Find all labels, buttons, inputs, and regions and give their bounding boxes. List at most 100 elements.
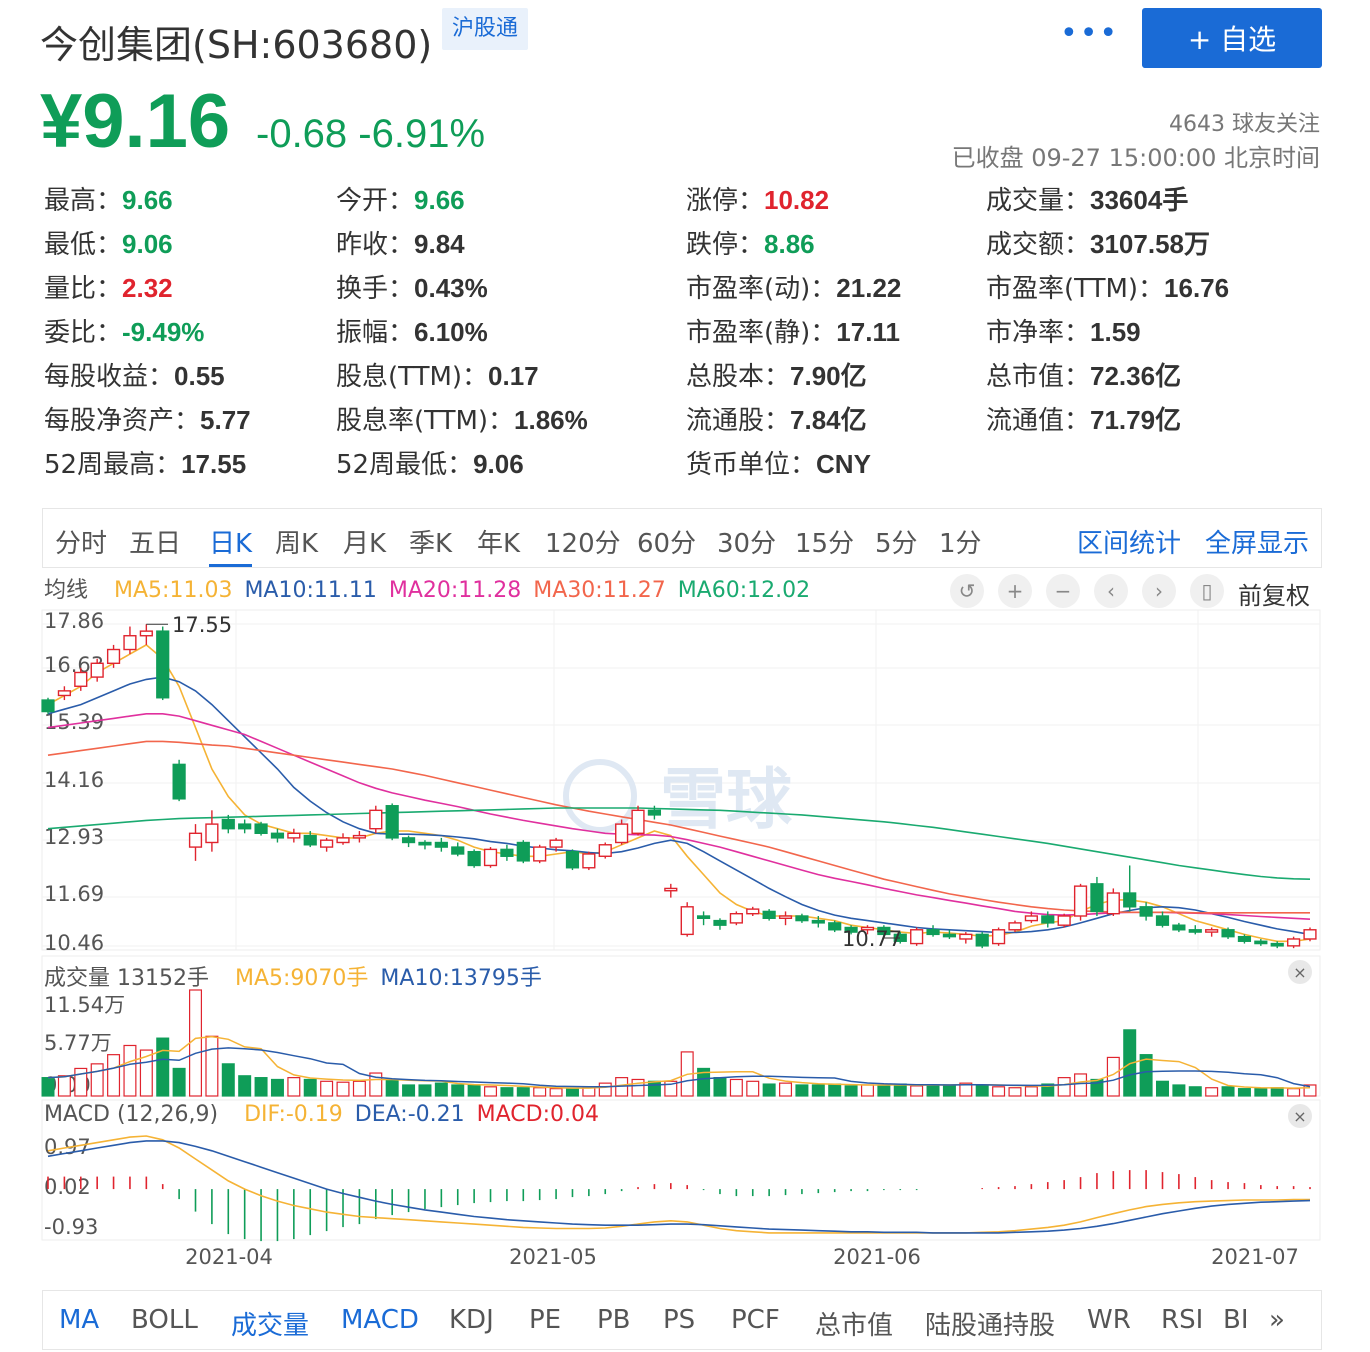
candle-body [1106,892,1120,915]
fullscreen-button[interactable]: 全屏显示 [1205,523,1309,560]
volume-bar [598,1082,612,1097]
stat-item: 股息(TTM)：0.17 [336,356,539,393]
candle-style-icon[interactable]: ▯ [1190,574,1224,608]
follower-count[interactable]: 4643 球友关注 [1169,106,1320,138]
volume-bar [41,1077,55,1097]
tab-indicator[interactable]: MACD [341,1305,419,1335]
stat-label: 市净率： [986,318,1091,348]
tab-period[interactable]: 分时 [55,523,107,560]
stat-value: CNY [816,449,871,479]
scroll-left-icon[interactable]: ‹ [1094,574,1128,608]
tab-indicator[interactable]: 成交量 [231,1305,309,1342]
volume-bar [959,1082,973,1097]
volume-bar [156,1037,170,1097]
ma-legend-item: MA20:11.28 [388,578,522,603]
candle-body [287,832,301,839]
candle-body [188,832,203,848]
volume-bar [664,1080,678,1097]
volume-bar [467,1084,481,1097]
volume-tick-label: 0.00 [44,1073,91,1097]
tab-period[interactable]: 周K [275,523,318,560]
tab-period[interactable]: 120分 [545,523,621,560]
stat-item: 昨收：9.84 [336,224,465,261]
tab-indicator[interactable]: PB [597,1305,631,1335]
volume-bar [74,1067,88,1097]
volume-bar [910,1085,924,1097]
tab-indicator[interactable]: 总市值 [815,1305,893,1342]
stat-value: 7.84亿 [790,405,867,435]
tab-indicator[interactable]: WR [1087,1305,1131,1335]
candle-body [975,933,989,947]
stat-label: 委比： [44,318,123,348]
stat-value: 72.36亿 [1090,361,1182,391]
add-to-watchlist-button[interactable]: + 自选 [1142,8,1322,68]
tab-indicator[interactable]: RSI [1161,1305,1203,1335]
tab-indicator[interactable]: PCF [731,1305,780,1335]
stat-value: 9.66 [122,185,173,215]
tab-indicator[interactable]: BOLL [131,1305,198,1335]
tab-indicator[interactable]: PS [663,1305,695,1335]
stat-value: 17.11 [836,317,900,347]
tab-period[interactable]: 1分 [939,523,982,560]
tab-period[interactable]: 60分 [637,523,696,560]
volume-bar [992,1086,1006,1097]
tab-period[interactable]: 年K [477,523,520,560]
stat-value: 17.55 [181,449,247,479]
stat-label: 流通值： [986,406,1091,436]
tab-indicator[interactable]: MA [59,1305,99,1335]
tab-indicator[interactable]: 陆股通持股 [925,1305,1055,1342]
candle-body [926,929,940,936]
stat-item: 换手：0.43% [336,268,488,305]
volume-bar [205,1035,219,1097]
watermark-logo-icon [563,759,637,833]
volume-bar [1024,1086,1038,1097]
x-tick-label: 2021-05 [509,1245,597,1269]
volume-legend-item: 成交量 13152手 [44,966,209,991]
zoom-in-icon[interactable]: + [998,574,1032,608]
price-tick-label: 16.63 [44,653,104,677]
candle-body [467,850,481,867]
candle-body [1155,915,1170,926]
stat-item: 52周最低：9.06 [336,444,524,481]
volume-bar [1123,1029,1137,1097]
high-annotation: 17.55 [172,613,232,637]
tab-indicator[interactable]: BI [1223,1305,1249,1335]
stat-label: 最高： [44,186,123,216]
stat-label: 量比： [44,274,123,304]
reset-icon[interactable]: ↺ [950,574,984,608]
tab-period[interactable]: 30分 [717,523,776,560]
candle-body [270,832,285,839]
tab-indicator[interactable]: » [1269,1305,1285,1335]
close-volume-panel-icon[interactable]: × [1288,960,1312,984]
stat-item: 股息率(TTM)：1.86% [336,400,588,437]
macd-tick-label: 0.97 [44,1135,91,1159]
tab-period[interactable]: 五日 [129,523,181,560]
ma-legend-item: 均线 [44,578,89,603]
stat-item: 市净率：1.59 [986,312,1141,349]
stat-value: -9.49% [122,317,205,347]
ma-legend: 均线 MA5:11.03 MA10:11.11 MA20:11.28 MA30:11.2… [44,572,822,604]
ma-line-ma20 [47,713,1311,920]
range-stats-button[interactable]: 区间统计 [1077,523,1181,560]
volume-bar [1205,1087,1219,1097]
tab-indicator[interactable]: PE [529,1305,561,1335]
candle-body [1254,940,1268,945]
more-options-icon[interactable]: ••• [1060,16,1119,51]
price-adjust-selector[interactable]: 前复权 [1238,576,1310,611]
tab-period[interactable]: 日K [209,523,253,567]
scroll-right-icon[interactable]: › [1142,574,1176,608]
close-macd-panel-icon[interactable]: × [1288,1104,1312,1128]
tab-period[interactable]: 5分 [875,523,918,560]
current-price: ¥9.16 [40,79,231,164]
hk-connect-badge[interactable]: 沪股通 [442,8,529,50]
volume-bar [270,1078,284,1097]
tab-period[interactable]: 月K [343,523,386,560]
candle-body [254,823,268,834]
price-panel [41,609,1321,951]
volume-bar [893,1083,907,1097]
tab-period[interactable]: 15分 [795,523,854,560]
tab-indicator[interactable]: KDJ [449,1305,494,1335]
zoom-out-icon[interactable]: − [1046,574,1080,608]
volume-bar [1041,1083,1055,1097]
tab-period[interactable]: 季K [409,523,452,560]
